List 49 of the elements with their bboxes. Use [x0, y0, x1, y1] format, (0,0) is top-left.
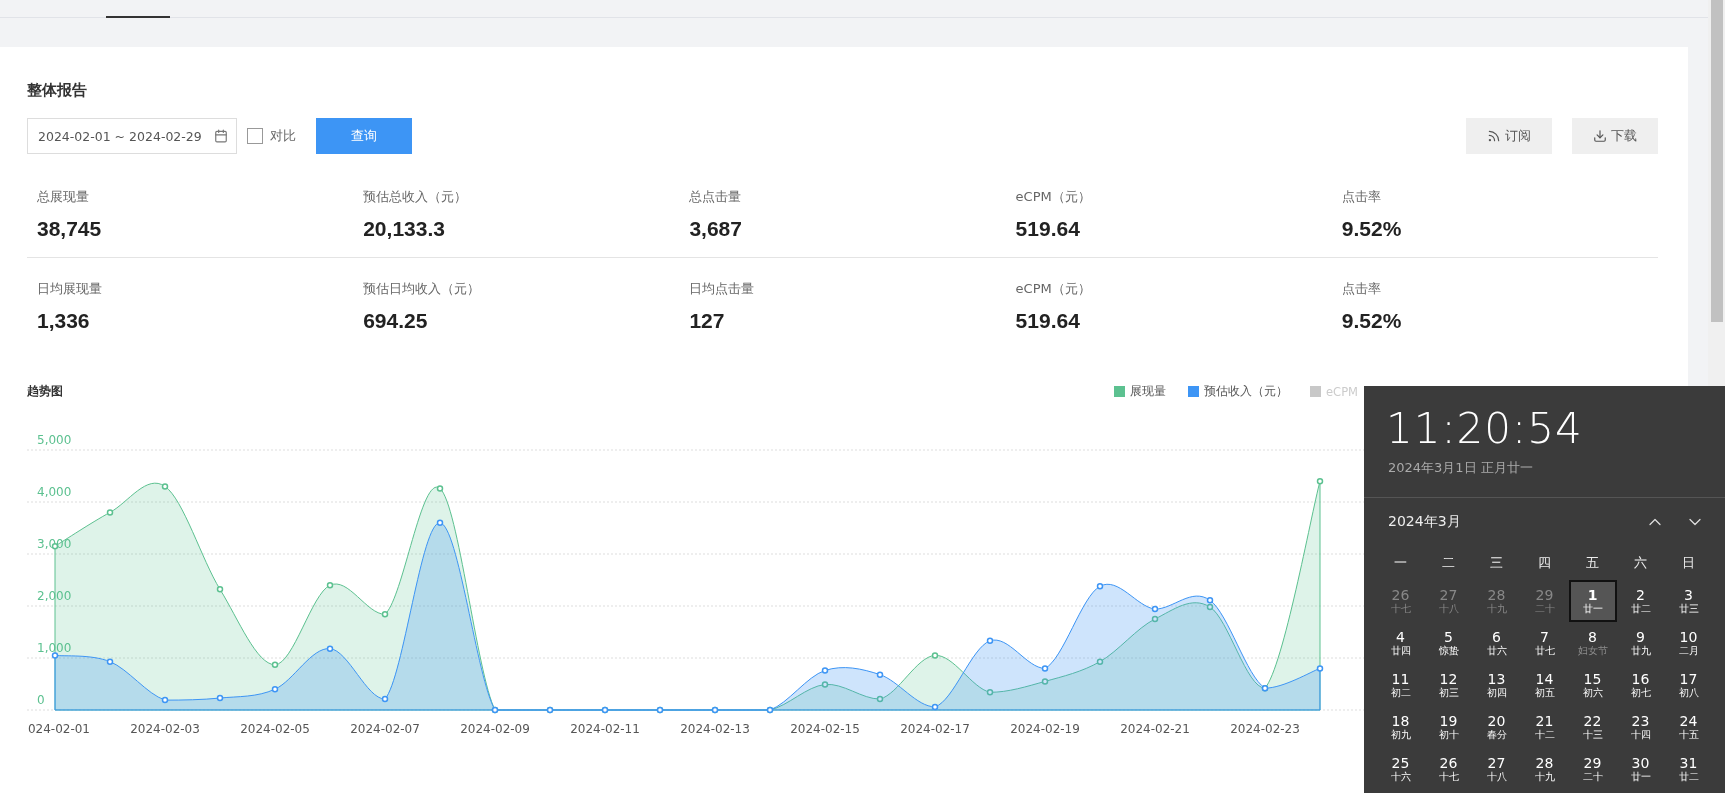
x-tick-label: 2024-02-13	[680, 722, 750, 736]
stat-label: 日均展现量	[37, 280, 103, 298]
x-tick-label: 2024-02-07	[350, 722, 420, 736]
stat-label: eCPM（元）	[1015, 280, 1092, 298]
stat-label: eCPM（元）	[1015, 188, 1092, 206]
y-tick-label: 0	[37, 693, 45, 707]
stat-label: 预估日均收入（元）	[363, 280, 482, 298]
stat-label: 预估总收入（元）	[363, 188, 469, 206]
weekday-label: 日	[1681, 554, 1696, 572]
weekday-label: 三	[1489, 554, 1504, 572]
x-tick-label: 2024-02-23	[1230, 722, 1300, 736]
weekday-label: 六	[1633, 554, 1648, 572]
stat-value: 3,687	[689, 217, 743, 241]
chart-title: 趋势图	[27, 383, 63, 400]
weekday-label: 四	[1537, 554, 1552, 572]
y-tick-label: 5,000	[37, 433, 72, 447]
x-tick-label: 2024-02-03	[130, 722, 200, 736]
weekday-label: 一	[1393, 554, 1408, 572]
stat-label: 总展现量	[37, 188, 90, 206]
stat-value: 519.64	[1015, 309, 1081, 333]
x-tick-label: 2024-02-21	[1120, 722, 1190, 736]
clock-time: 11:20:54	[1385, 403, 1584, 453]
x-tick-label: 024-02-01	[27, 722, 90, 736]
y-tick-label: 2,000	[37, 589, 72, 603]
weekday-label: 二	[1441, 554, 1456, 572]
stat-value: 127	[689, 309, 726, 333]
y-tick-label: 1,000	[37, 641, 72, 655]
stat-value: 38,745	[37, 217, 103, 241]
stat-value: 519.64	[1015, 217, 1081, 241]
x-tick-label: 2024-02-19	[1010, 722, 1080, 736]
stat-value: 9.52%	[1341, 217, 1403, 241]
x-tick-label: 2024-02-11	[570, 722, 640, 736]
calendar-month: 2024年3月	[1388, 513, 1461, 531]
y-tick-label: 4,000	[37, 485, 72, 499]
x-tick-label: 2024-02-17	[900, 722, 970, 736]
stat-label: 总点击量	[689, 188, 743, 206]
x-tick-label: 2024-02-09	[460, 722, 530, 736]
weekday-label: 五	[1585, 554, 1600, 572]
stat-label: 点击率	[1341, 280, 1382, 298]
stat-label: 日均点击量	[689, 280, 756, 298]
clock-date: 2024年3月1日 正月廿一	[1387, 459, 1534, 477]
report-title: 整体报告	[27, 81, 88, 100]
stat-value: 20,133.3	[363, 217, 446, 241]
stat-value: 9.52%	[1341, 309, 1403, 333]
stat-value: 694.25	[363, 309, 429, 333]
x-tick-label: 2024-02-05	[240, 722, 310, 736]
stat-value: 1,336	[37, 309, 91, 333]
x-tick-label: 2024-02-15	[790, 722, 860, 736]
stat-label: 点击率	[1341, 188, 1382, 206]
